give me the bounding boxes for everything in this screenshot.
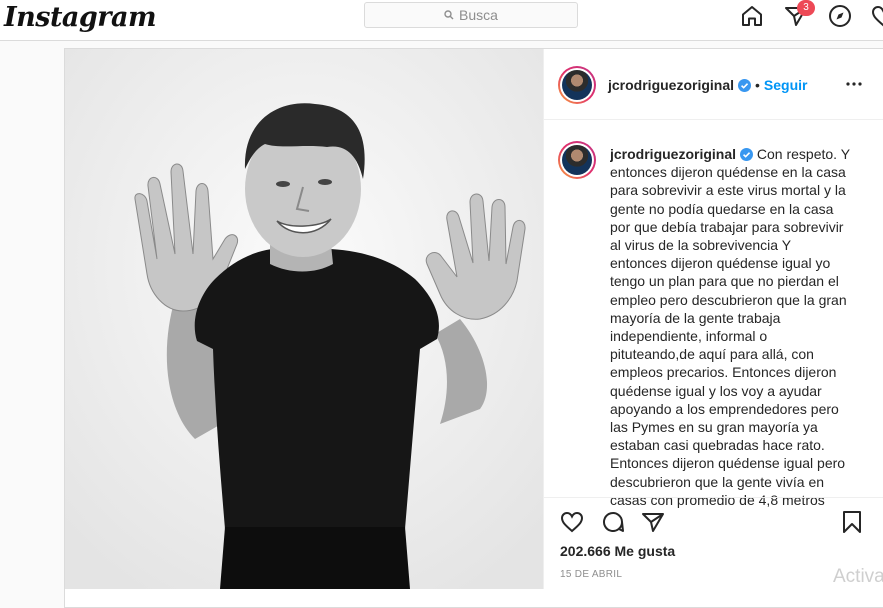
search-input[interactable]: Busca [364,2,578,28]
activate-windows-watermark: Activa [833,566,883,587]
home-icon[interactable] [740,4,764,28]
comment-icon[interactable] [601,510,625,534]
avatar[interactable] [558,66,596,104]
post-date[interactable]: 15 DE ABRIL [560,569,622,580]
instagram-logo[interactable]: Instagram [4,2,157,33]
photo-illustration [65,49,543,589]
search-icon [444,10,454,20]
compass-icon[interactable] [828,4,852,28]
separator-dot: • [755,77,760,93]
username-link[interactable]: jcrodriguezoriginal [608,77,734,93]
caption-username-link[interactable]: jcrodriguezoriginal [610,146,736,162]
post-details-panel: jcrodriguezoriginal • Seguir jcrodriguezor… [543,49,883,589]
top-navigation-bar: Instagram Busca 3 [0,0,883,41]
search-placeholder: Busca [459,7,498,23]
notification-badge: 3 [797,0,815,16]
heart-icon[interactable] [560,510,584,534]
more-options-icon[interactable] [846,81,862,87]
verified-badge-icon [738,79,752,92]
caption-text: Con respeto. Y entonces dijeron quédense… [610,146,850,508]
verified-badge-icon [740,148,754,161]
bookmark-icon[interactable] [840,510,864,534]
post-photo[interactable] [65,49,543,589]
post-actions-bar [544,497,883,533]
caption-avatar[interactable] [558,141,596,179]
post-header: jcrodriguezoriginal • Seguir [544,49,883,120]
follow-button[interactable]: Seguir [764,77,808,93]
share-icon[interactable] [641,510,665,534]
heart-icon[interactable] [871,4,883,28]
likes-count[interactable]: 202.666 Me gusta [560,543,675,559]
post-caption: jcrodriguezoriginal Con respeto. Y enton… [610,145,850,543]
